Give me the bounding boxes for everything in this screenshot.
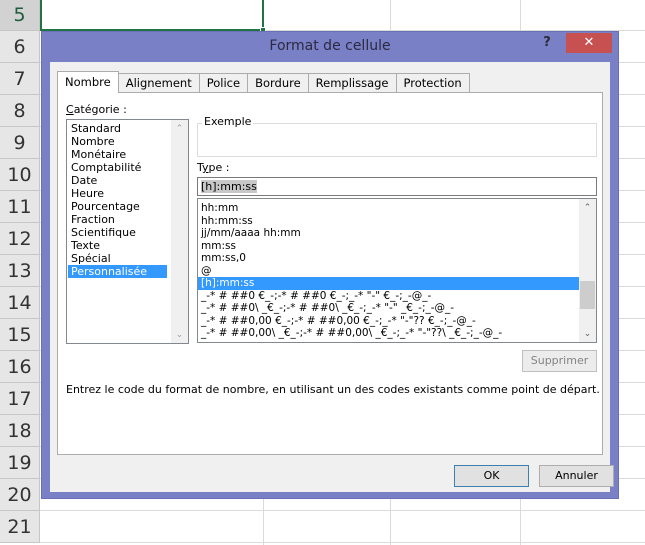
row-gridline bbox=[40, 510, 645, 511]
cancel-button[interactable]: Annuler bbox=[539, 465, 614, 487]
type-format-item[interactable]: _-* # ##0 €_-;-* # ##0 €_-;_-* "-" €_-;_… bbox=[198, 290, 579, 303]
type-format-item[interactable]: _-* # ##0\ _€_-;-* # ##0\ _€_-;_-* "-" _… bbox=[198, 302, 579, 315]
hint-text: Entrez le code du format de nombre, en u… bbox=[66, 383, 600, 396]
tab-remplissage[interactable]: Remplissage bbox=[307, 73, 397, 93]
row-header[interactable]: 5 bbox=[0, 0, 40, 31]
tab-nombre[interactable]: Nombre bbox=[57, 71, 119, 93]
category-item[interactable]: Scientifique bbox=[68, 226, 167, 239]
close-button[interactable]: ✕ bbox=[566, 33, 612, 53]
scroll-down-icon[interactable]: ⌄ bbox=[579, 325, 596, 342]
category-item[interactable]: Monétaire bbox=[68, 148, 167, 161]
category-item[interactable]: Fraction bbox=[68, 213, 167, 226]
scroll-up-icon[interactable]: ⌃ bbox=[579, 199, 596, 216]
row-header[interactable]: 19 bbox=[0, 447, 40, 479]
category-item[interactable]: Date bbox=[68, 174, 167, 187]
active-cell[interactable] bbox=[40, 0, 266, 33]
row-header[interactable]: 11 bbox=[0, 191, 40, 223]
type-format-item[interactable]: _-* # ##0,00\ _€_-;-* # ##0,00\ _€_-;_-*… bbox=[198, 327, 579, 340]
row-header[interactable]: 12 bbox=[0, 223, 40, 255]
tab-panel-nombre: Catégorie : Standard Nombre Monétaire Compt… bbox=[57, 92, 603, 455]
category-item[interactable]: Personnalisée bbox=[68, 265, 167, 278]
row-header[interactable]: 18 bbox=[0, 415, 40, 447]
category-label: Catégorie : bbox=[66, 103, 127, 116]
row-header[interactable]: 7 bbox=[0, 63, 40, 95]
tab-police[interactable]: Police bbox=[198, 73, 249, 93]
type-format-item[interactable]: [h]:mm:ss bbox=[198, 277, 579, 290]
row-header[interactable]: 16 bbox=[0, 351, 40, 383]
category-item[interactable]: Texte bbox=[68, 239, 167, 252]
format-cells-dialog: Format de cellule ? ✕ Nombre Alignement … bbox=[41, 31, 619, 499]
tab-protection[interactable]: Protection bbox=[395, 73, 470, 93]
row-header[interactable]: 21 bbox=[0, 511, 40, 543]
type-format-item[interactable]: mm:ss bbox=[198, 240, 579, 253]
type-label: Type : bbox=[197, 161, 230, 174]
scroll-down-icon[interactable]: ⌄ bbox=[171, 326, 188, 343]
category-item[interactable]: Spécial bbox=[68, 252, 167, 265]
category-item[interactable]: Nombre bbox=[68, 135, 167, 148]
category-scrollbar[interactable]: ⌃ ⌄ bbox=[171, 120, 188, 343]
row-header[interactable]: 8 bbox=[0, 95, 40, 127]
row-header[interactable]: 15 bbox=[0, 319, 40, 351]
type-format-item[interactable]: mm:ss,0 bbox=[198, 252, 579, 265]
tab-alignement[interactable]: Alignement bbox=[117, 73, 200, 93]
type-format-item[interactable]: @ bbox=[198, 265, 579, 278]
dialog-body: Nombre Alignement Police Bordure Remplis… bbox=[50, 62, 614, 492]
scrollbar-thumb[interactable] bbox=[580, 281, 595, 309]
row-header[interactable]: 13 bbox=[0, 255, 40, 287]
type-format-item[interactable]: hh:mm:ss bbox=[198, 215, 579, 228]
category-item[interactable]: Heure bbox=[68, 187, 167, 200]
close-icon: ✕ bbox=[583, 35, 595, 50]
help-button[interactable]: ? bbox=[538, 34, 556, 54]
row-header[interactable]: 10 bbox=[0, 159, 40, 191]
type-format-item[interactable]: hh:mm bbox=[198, 202, 579, 215]
type-format-list[interactable]: hh:mm hh:mm:ss jj/mm/aaaa hh:mm mm:ss mm:ss,… bbox=[197, 198, 597, 343]
type-format-item[interactable]: _-* # ##0,00 €_-;-* # ##0,00 €_-;_-* "-"… bbox=[198, 315, 579, 328]
exemple-group: Exemple bbox=[197, 115, 597, 157]
row-header[interactable]: 9 bbox=[0, 127, 40, 159]
delete-button[interactable]: Supprimer bbox=[522, 350, 597, 372]
scroll-up-icon[interactable]: ⌃ bbox=[171, 120, 188, 137]
dialog-title: Format de cellule bbox=[269, 38, 391, 54]
row-gridline bbox=[40, 542, 645, 543]
row-header[interactable]: 6 bbox=[0, 31, 40, 63]
type-input[interactable]: [h]:mm:ss bbox=[197, 177, 597, 196]
type-input-value: [h]:mm:ss bbox=[201, 180, 257, 193]
ok-button[interactable]: OK bbox=[454, 465, 529, 487]
dialog-titlebar[interactable]: Format de cellule ? ✕ bbox=[42, 32, 618, 62]
row-header[interactable]: 17 bbox=[0, 383, 40, 415]
category-item[interactable]: Pourcentage bbox=[68, 200, 167, 213]
category-item[interactable]: Comptabilité bbox=[68, 161, 167, 174]
category-item[interactable]: Standard bbox=[68, 122, 167, 135]
row-header[interactable]: 14 bbox=[0, 287, 40, 319]
exemple-label: Exemple bbox=[202, 115, 254, 128]
type-format-item[interactable]: jj/mm/aaaa hh:mm bbox=[198, 227, 579, 240]
tab-bar: Nombre Alignement Police Bordure Remplis… bbox=[57, 71, 470, 93]
type-scrollbar[interactable]: ⌃ ⌄ bbox=[579, 199, 596, 342]
row-header[interactable]: 20 bbox=[0, 479, 40, 511]
category-list[interactable]: Standard Nombre Monétaire Comptabilité Date H… bbox=[66, 119, 189, 344]
tab-bordure[interactable]: Bordure bbox=[247, 73, 309, 93]
